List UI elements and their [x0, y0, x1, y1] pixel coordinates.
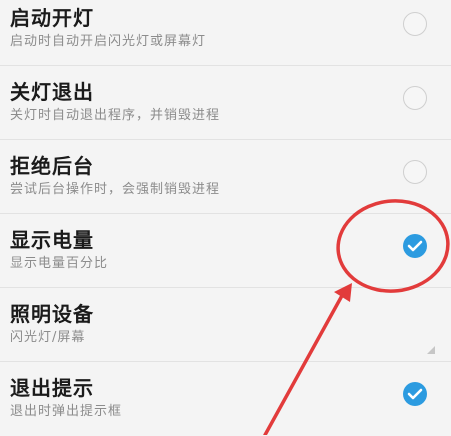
- setting-row-exit-prompt[interactable]: 退出提示 退出时弹出提示框: [0, 362, 451, 436]
- setting-subtitle: 关灯时自动退出程序，并销毁进程: [10, 108, 221, 123]
- setting-title: 启动开灯: [10, 6, 94, 30]
- exit-prompt-checkbox[interactable]: [403, 382, 427, 406]
- setting-subtitle: 尝试后台操作时，会强制销毁进程: [10, 182, 221, 197]
- setting-subtitle: 显示电量百分比: [10, 256, 109, 271]
- setting-row-start-light[interactable]: 启动开灯 启动时自动开启闪光灯或屏幕灯: [0, 0, 451, 66]
- setting-title: 拒绝后台: [10, 154, 94, 178]
- setting-title: 关灯退出: [10, 80, 94, 104]
- setting-row-show-battery[interactable]: 显示电量 显示电量百分比: [0, 214, 451, 288]
- dropdown-triangle-icon[interactable]: [427, 346, 435, 354]
- check-icon: [407, 240, 423, 252]
- setting-subtitle: 启动时自动开启闪光灯或屏幕灯: [10, 34, 207, 49]
- setting-row-lighting-device[interactable]: 照明设备 闪光灯/屏幕: [0, 288, 451, 362]
- start-light-checkbox[interactable]: [403, 12, 427, 36]
- exit-on-off-checkbox[interactable]: [403, 86, 427, 110]
- setting-row-exit-on-off[interactable]: 关灯退出 关灯时自动退出程序，并销毁进程: [0, 66, 451, 140]
- setting-title: 退出提示: [10, 376, 94, 400]
- setting-subtitle: 闪光灯/屏幕: [10, 330, 86, 345]
- setting-title: 照明设备: [10, 302, 94, 326]
- show-battery-checkbox[interactable]: [403, 234, 427, 258]
- setting-subtitle: 退出时弹出提示框: [10, 404, 123, 419]
- check-icon: [407, 388, 423, 400]
- setting-row-refuse-background[interactable]: 拒绝后台 尝试后台操作时，会强制销毁进程: [0, 140, 451, 214]
- refuse-background-checkbox[interactable]: [403, 160, 427, 184]
- setting-title: 显示电量: [10, 228, 94, 252]
